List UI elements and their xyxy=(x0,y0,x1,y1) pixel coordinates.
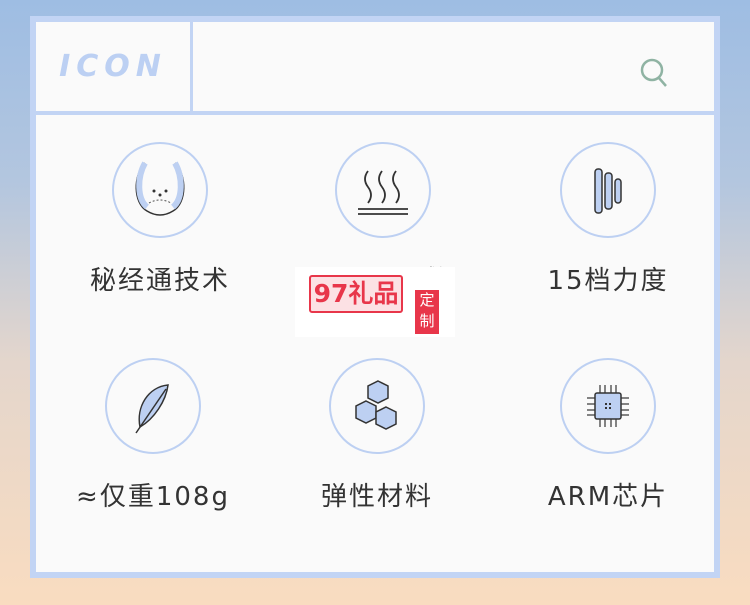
feature-item: 15档力度 xyxy=(508,142,708,297)
feature-item: 弹性材料 xyxy=(277,358,477,513)
chip-icon xyxy=(560,358,656,454)
feather-icon xyxy=(105,358,201,454)
neck-massager-icon xyxy=(112,142,208,238)
feature-item: ≈仅重108g xyxy=(53,358,253,513)
search-icon[interactable] xyxy=(638,56,672,90)
feature-label: ≈仅重108g xyxy=(76,482,230,512)
feature-label: 秘经通技术 xyxy=(89,266,230,296)
hexagon-material-icon xyxy=(329,358,425,454)
logo: ICON xyxy=(36,22,193,111)
watermark-seal: 定制 xyxy=(415,290,439,334)
feature-label: 15档力度 xyxy=(547,266,669,296)
feature-item: 秘经通技术 xyxy=(60,142,260,297)
watermark-brand: 97礼品 xyxy=(309,275,403,313)
feature-label: ARM芯片 xyxy=(547,482,669,512)
intensity-bars-icon xyxy=(560,142,656,238)
heat-icon xyxy=(335,142,431,238)
feature-item: ARM芯片 xyxy=(508,358,708,513)
feature-label: 弹性材料 xyxy=(320,482,433,512)
watermark: 97礼品 定制 xyxy=(295,267,455,337)
header: ICON xyxy=(36,22,714,115)
